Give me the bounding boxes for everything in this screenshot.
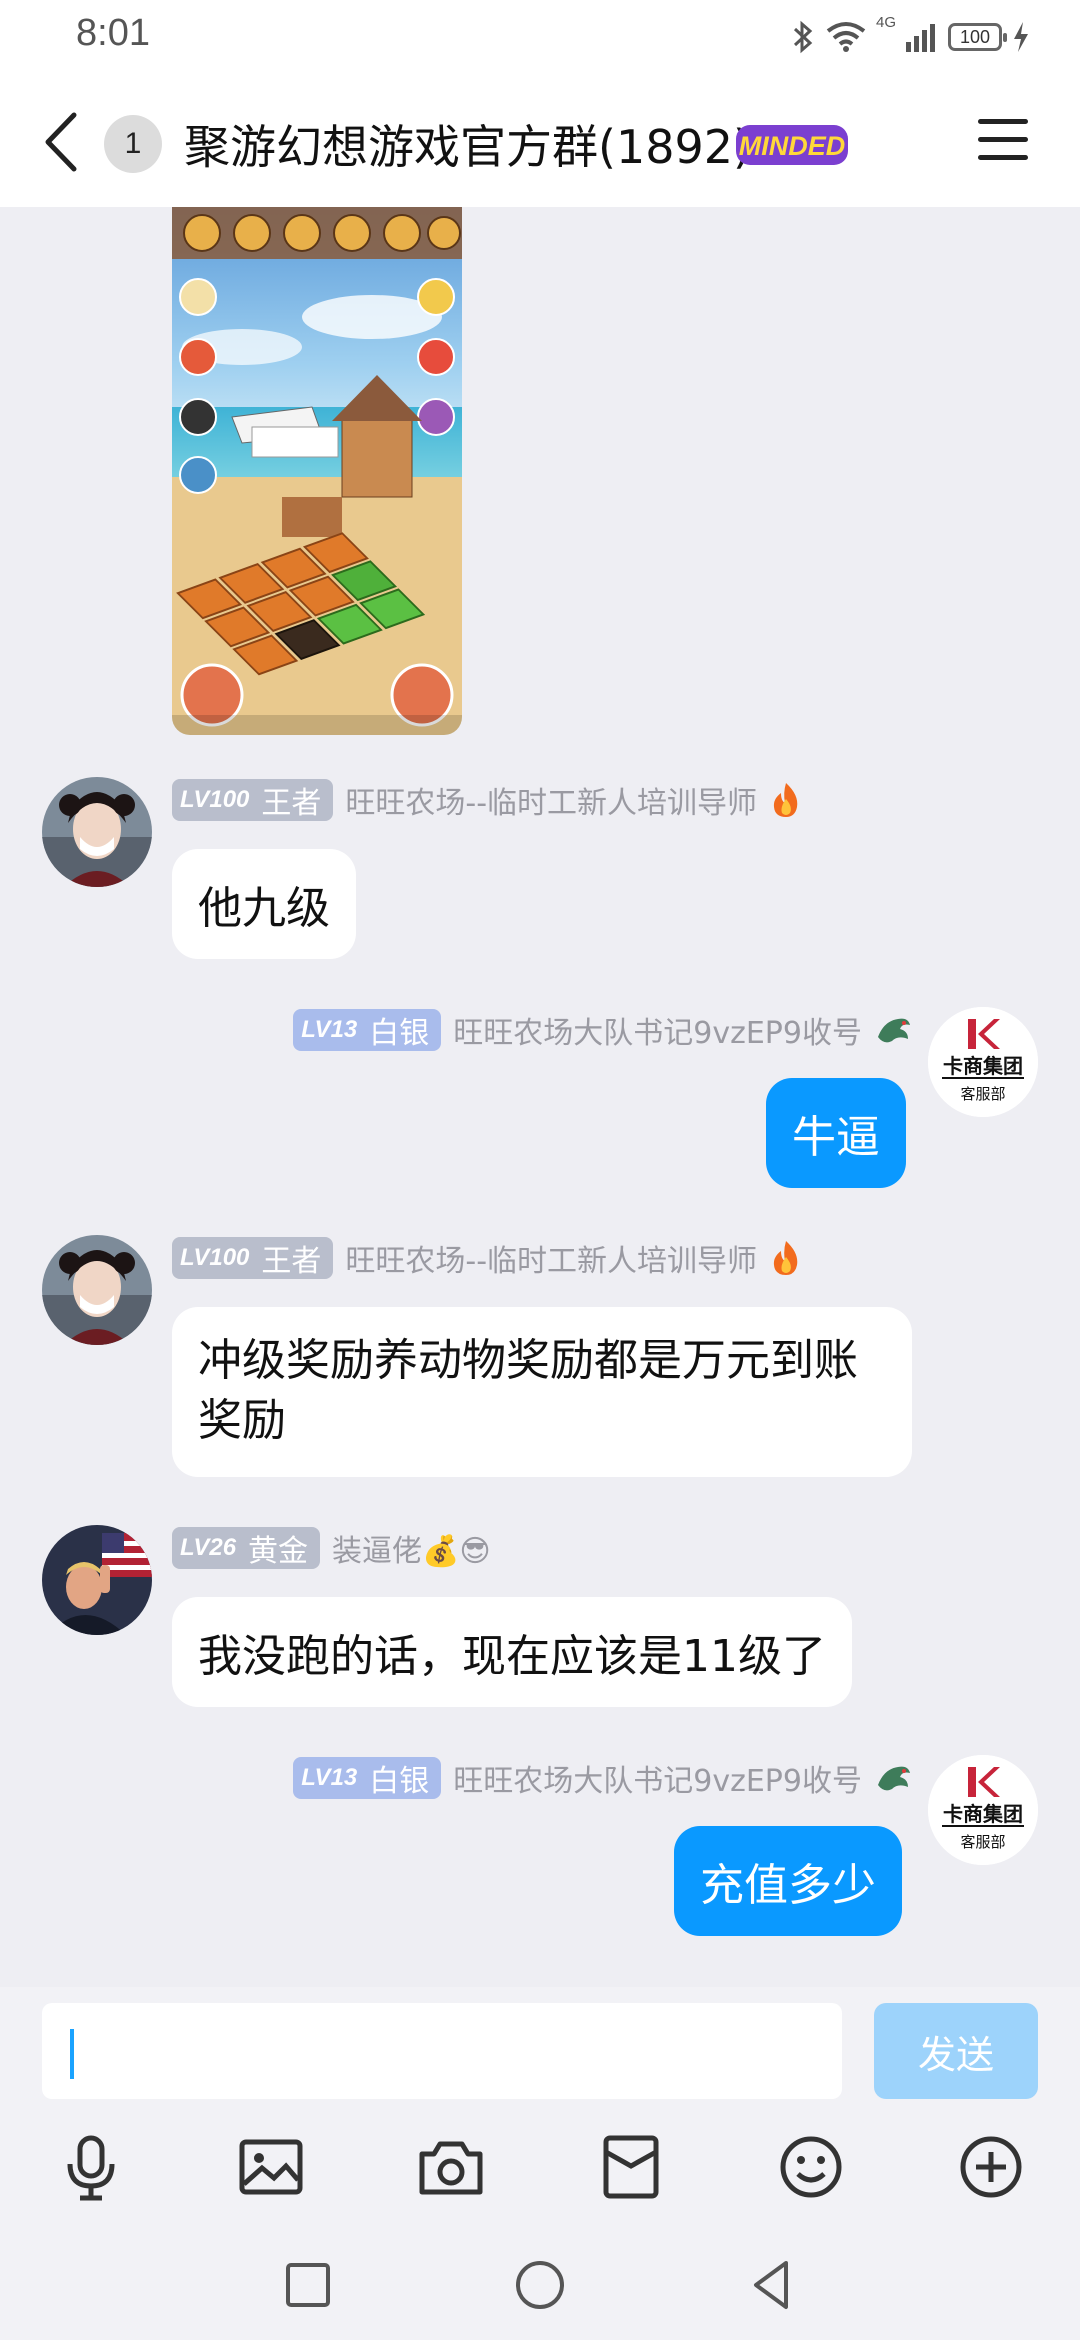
message-sender-meta: LV26 黄金 装逼佬💰😎: [172, 1525, 491, 1571]
image-icon[interactable]: [236, 2132, 306, 2202]
unread-count-badge[interactable]: 1: [104, 115, 162, 173]
level-badge: LV100 王者: [172, 779, 334, 821]
camera-icon[interactable]: [416, 2132, 486, 2202]
avatar[interactable]: 卡商集团 客服部: [928, 1007, 1038, 1117]
tier-label: 黄金: [248, 1534, 309, 1569]
status-bar: 8:01 4G 100: [0, 0, 1080, 75]
wifi-icon: [826, 22, 866, 52]
sender-nickname[interactable]: 旺旺农场大队书记9vzEP9收号: [453, 1756, 862, 1800]
chat-header: 1 聚游幻想游戏官方群(1892) MINDED: [0, 75, 1080, 207]
avatar[interactable]: 卡商集团 客服部: [928, 1755, 1038, 1865]
level-label: LV26: [180, 1534, 237, 1561]
status-time: 8:01: [76, 12, 150, 54]
avatar[interactable]: [42, 1525, 152, 1635]
microphone-icon[interactable]: [56, 2132, 126, 2202]
sender-nickname[interactable]: 装逼佬💰😎: [332, 1526, 491, 1570]
logo-text: MINDED: [739, 131, 846, 161]
avatar[interactable]: [42, 1235, 152, 1345]
level-label: LV100: [180, 1244, 250, 1271]
game-screenshot-image[interactable]: [172, 207, 462, 735]
message-bubble[interactable]: 牛逼: [766, 1078, 906, 1188]
level-label: LV13: [301, 1764, 358, 1791]
tier-label: 王者: [261, 786, 322, 821]
tier-label: 白银: [369, 1016, 430, 1051]
tier-label: 王者: [261, 1244, 322, 1279]
message-bubble[interactable]: 我没跑的话，现在应该是11级了: [172, 1597, 852, 1707]
level-label: LV100: [180, 786, 250, 813]
sender-nickname[interactable]: 旺旺农场大队书记9vzEP9收号: [453, 1008, 862, 1052]
message-sender-meta: LV13 白银 旺旺农场大队书记9vzEP9收号: [293, 1755, 914, 1801]
tier-label: 白银: [369, 1764, 430, 1799]
status-icons: 4G 100: [790, 14, 1030, 60]
hamburger-menu-icon[interactable]: [978, 119, 1028, 163]
avatar-subtext: 客服部: [960, 1085, 1005, 1103]
red-packet-icon[interactable]: [596, 2132, 666, 2202]
send-button[interactable]: 发送: [874, 2003, 1038, 2099]
avatar[interactable]: [42, 777, 152, 887]
text-caret: [70, 2029, 74, 2079]
fire-icon: [773, 783, 798, 817]
avatar-text: 卡商集团: [943, 1802, 1023, 1826]
level-badge: LV13 白银: [293, 1009, 442, 1051]
message-bubble[interactable]: 冲级奖励养动物奖励都是万元到账奖励: [172, 1307, 912, 1477]
dragon-icon: [878, 1018, 910, 1043]
level-badge: LV100 王者: [172, 1237, 334, 1279]
recent-apps-icon[interactable]: [278, 2255, 338, 2315]
composer: 发送: [0, 1987, 1080, 2340]
fire-icon: [773, 1241, 798, 1275]
message-list[interactable]: LV100 王者 旺旺农场--临时工新人培训导师 他九级 LV13 白银 旺旺农…: [0, 207, 1080, 1987]
avatar-subtext: 客服部: [960, 1833, 1005, 1851]
message-sender-meta: LV13 白银 旺旺农场大队书记9vzEP9收号: [293, 1007, 914, 1053]
dragon-icon: [878, 1766, 910, 1791]
level-label: LV13: [301, 1016, 358, 1043]
message-bubble[interactable]: 他九级: [172, 849, 356, 959]
plus-icon[interactable]: [956, 2132, 1026, 2202]
signal-icon: [906, 24, 935, 52]
home-icon[interactable]: [510, 2255, 570, 2315]
message-bubble[interactable]: 充值多少: [674, 1826, 902, 1936]
bluetooth-icon: [793, 20, 813, 54]
group-title[interactable]: 聚游幻想游戏官方群(1892): [184, 111, 751, 177]
back-icon[interactable]: [742, 2255, 802, 2315]
level-badge: LV26 黄金: [172, 1527, 321, 1569]
message-sender-meta: LV100 王者 旺旺农场--临时工新人培训导师: [172, 777, 803, 823]
minded-logo: MINDED: [736, 125, 848, 165]
message-sender-meta: LV100 王者 旺旺农场--临时工新人培训导师: [172, 1235, 803, 1281]
network-type: 4G: [875, 14, 896, 31]
back-chevron-icon[interactable]: [36, 109, 96, 175]
sender-nickname[interactable]: 旺旺农场--临时工新人培训导师: [345, 1236, 757, 1280]
level-badge: LV13 白银: [293, 1757, 442, 1799]
charging-icon: [1014, 22, 1028, 52]
emoji-icon[interactable]: [776, 2132, 846, 2202]
sender-nickname[interactable]: 旺旺农场--临时工新人培训导师: [345, 778, 757, 822]
battery-icon: 100: [948, 23, 1007, 51]
avatar-text: 卡商集团: [943, 1054, 1023, 1078]
message-input[interactable]: [42, 2003, 842, 2099]
